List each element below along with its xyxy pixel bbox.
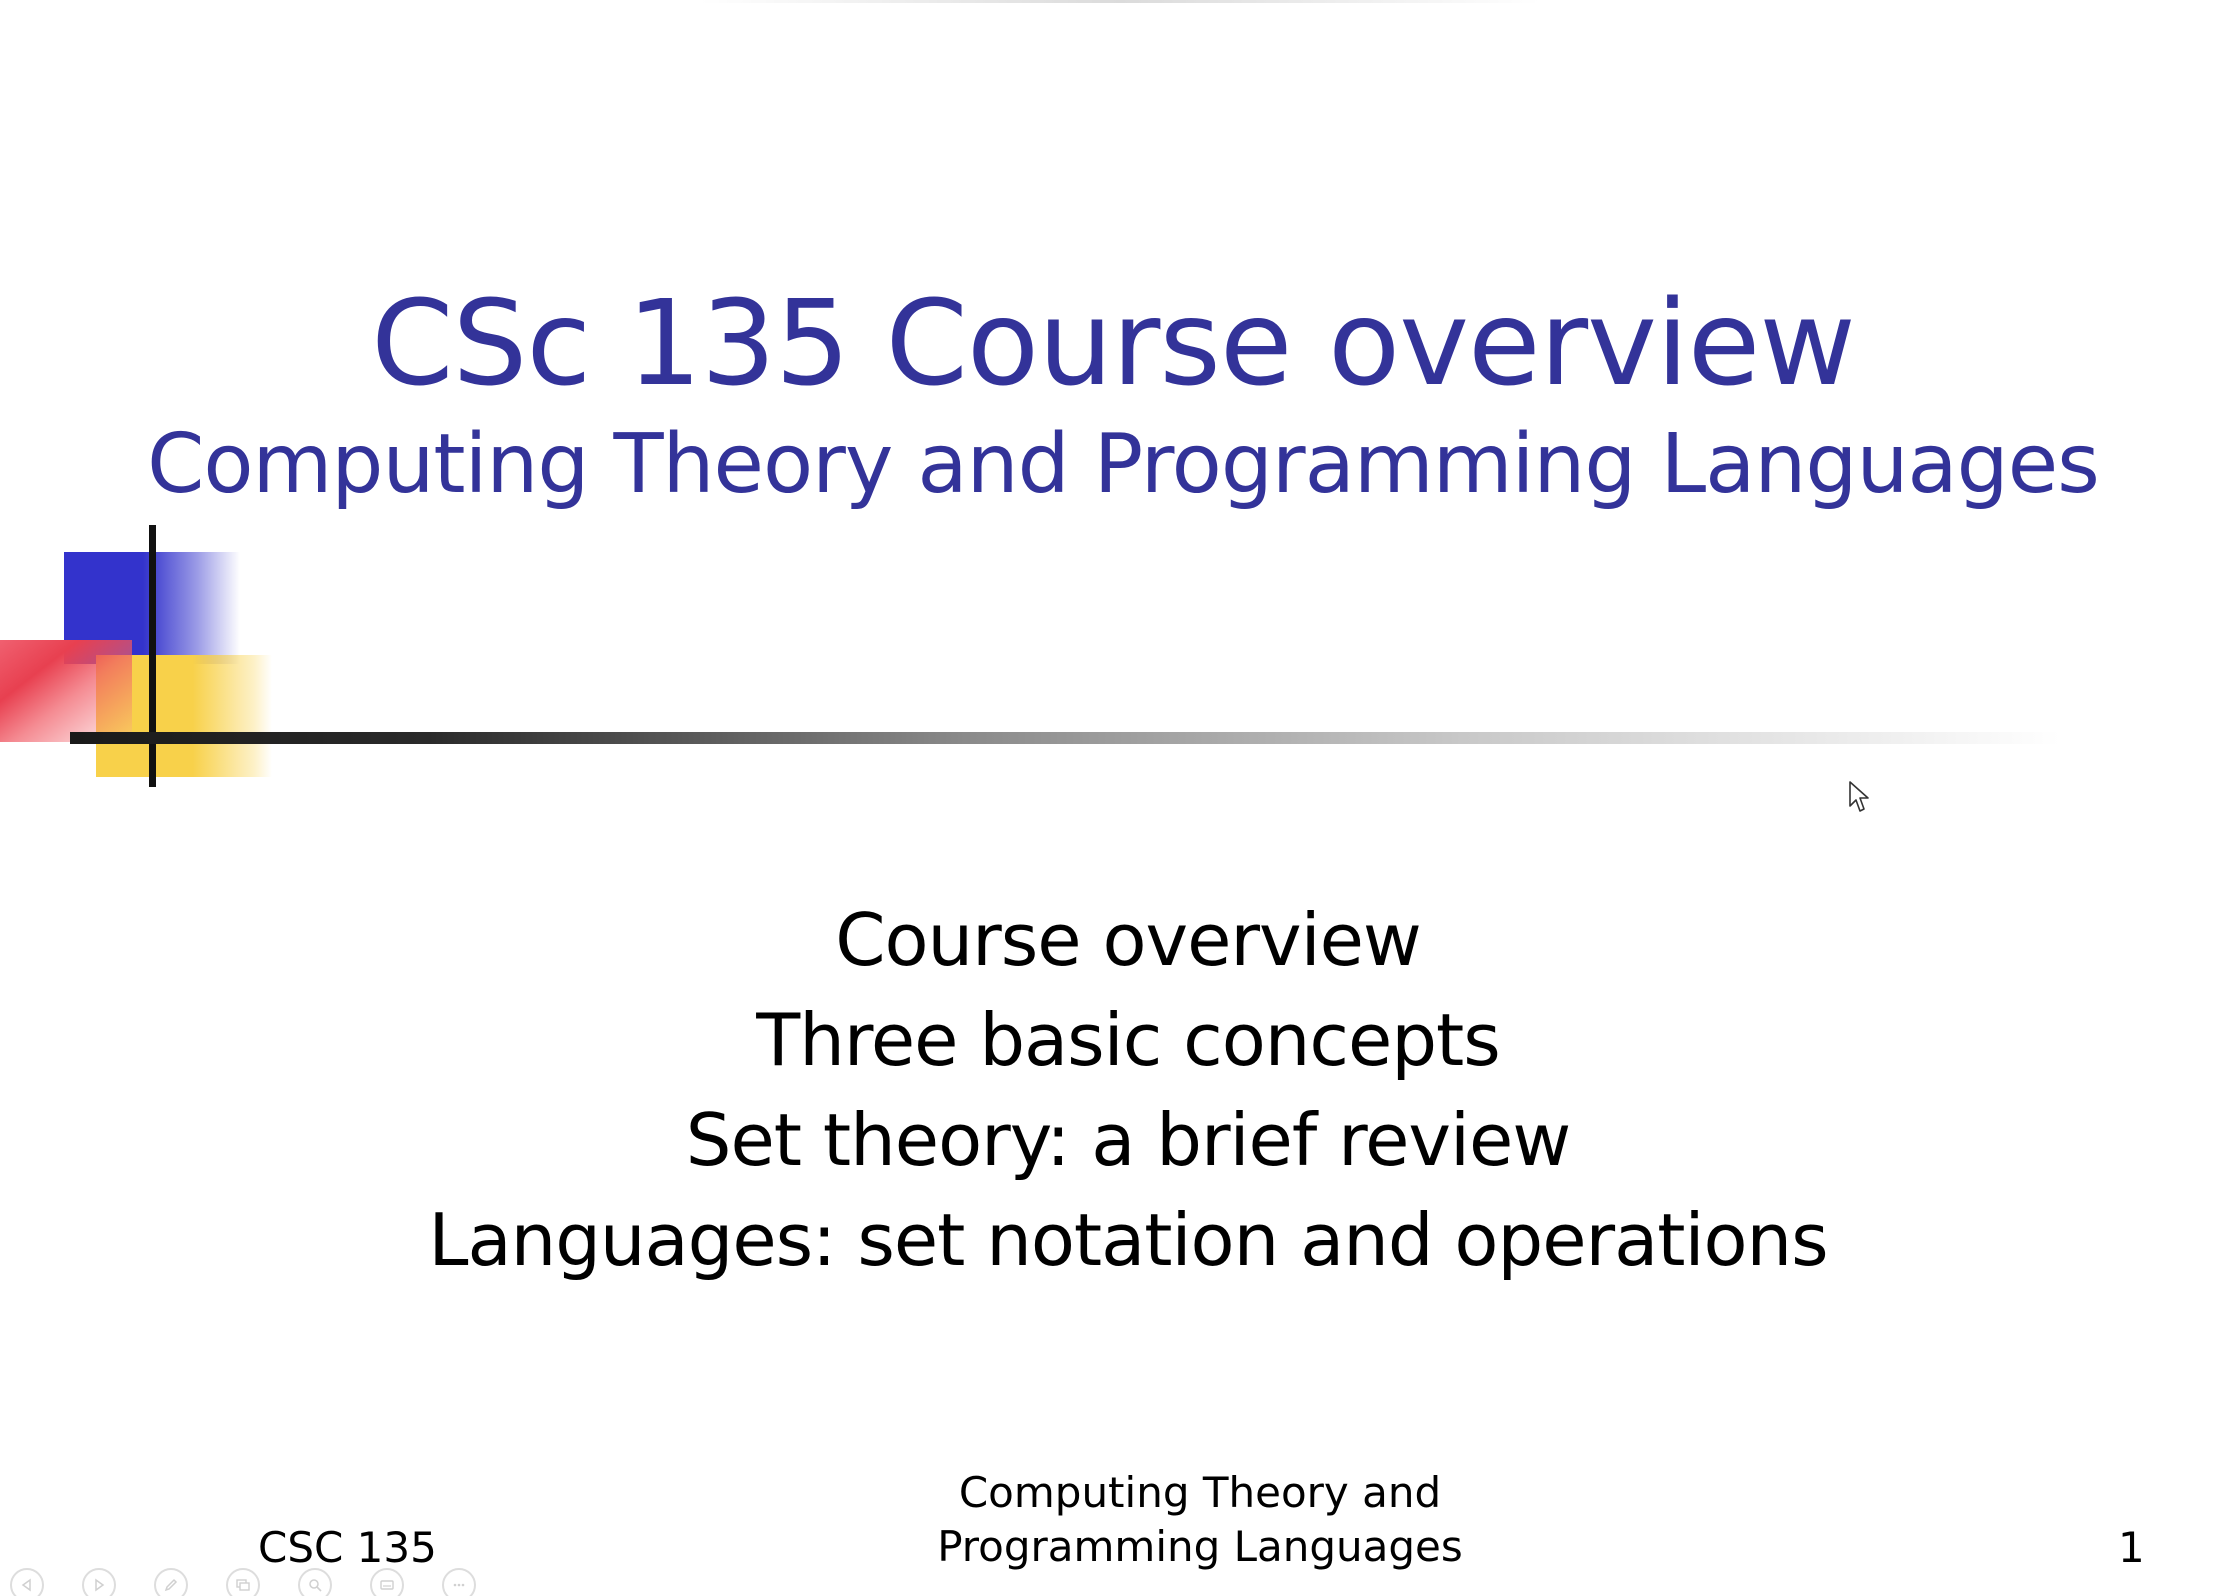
decoration-horizontal-line [70,732,2060,744]
pen-icon[interactable] [154,1568,188,1596]
previous-slide-icon[interactable] [10,1568,44,1596]
subtitles-icon[interactable] [370,1568,404,1596]
more-options-icon[interactable] [442,1568,476,1596]
topic-item: Set theory: a brief review [685,1098,1571,1182]
topic-list: Course overview Three basic concepts Set… [0,890,2226,1290]
top-edge-shadow [700,0,1540,3]
topic-item: Course overview [835,898,1422,982]
slides-view-icon[interactable] [226,1568,260,1596]
slide-title: CSc 135 Course overview [371,274,1856,412]
mouse-pointer-icon [1849,781,1869,812]
topic-item: Three basic concepts [756,998,1501,1082]
slide-number: 1 [2118,1523,2145,1572]
topic-item: Languages: set notation and operations [428,1198,1828,1282]
footer-course-name-line2: Programming Languages [937,1522,1463,1571]
decoration-vertical-line [149,525,156,787]
zoom-icon[interactable] [298,1568,332,1596]
next-slide-icon[interactable] [82,1568,116,1596]
footer-course-name: Computing Theory and Programming Languag… [900,1466,1500,1574]
slide-canvas: CSc 135 Course overview Computing Theory… [0,0,2226,1596]
slideshow-controls [10,1568,476,1596]
footer-course-code: CSC 135 [258,1523,437,1572]
slide-subtitle: Computing Theory and Programming Languag… [147,417,2100,512]
footer-course-name-line1: Computing Theory and [958,1468,1442,1517]
decoration-red-square [0,640,132,742]
